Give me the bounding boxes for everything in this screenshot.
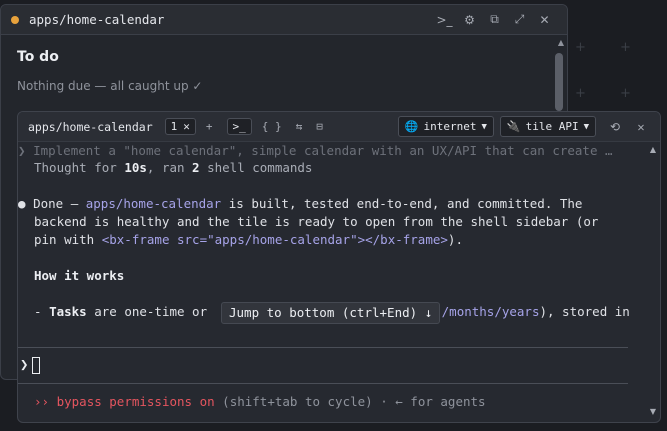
done-line: ● Done — apps/home-calendar is built, te… [18,195,582,213]
thought-prefix: Thought for [34,160,125,175]
output-line: pin with <bx-frame src="apps/home-calend… [34,231,463,249]
prompt-marker: ❯ [18,143,26,158]
output-line: backend is healthy and the tile is ready… [34,214,599,229]
gear-icon[interactable]: ⚙ [457,8,482,32]
network-select-value: internet [423,120,477,133]
history-icon[interactable]: ⟲ [602,120,628,134]
close-icon[interactable]: ✕ [532,8,557,32]
expand-icon[interactable]: ⤢ [507,8,532,32]
done-prefix: Done — [33,196,86,211]
close-icon[interactable]: ✕ [628,120,654,134]
network-select[interactable]: 🌐 internet ▼ [397,116,494,137]
background-plus-mark: + [620,86,631,101]
text-cursor[interactable] [32,356,41,374]
swap-icon[interactable]: ⇆ [296,120,303,133]
status-dot [11,15,19,24]
tasks-mid: are one-time or [86,304,215,319]
thought-suffix: shell commands [199,160,313,175]
done-suffix: is built, tested end-to-end, and committ… [221,196,583,211]
window-title: apps/home-calendar [29,12,165,27]
terminal-toolbar: apps/home-calendar 1 ✕ + >_ { } ⇆ ⊟ 🌐 in… [18,112,660,142]
background-plus-mark: + [620,40,631,55]
scroll-up-arrow-icon[interactable]: ▲ [650,145,656,154]
thought-line: Thought for 10s, ran 2 shell commands [34,159,312,177]
pin-prefix: pin with [34,232,102,247]
close-session-icon[interactable]: ✕ [183,120,190,133]
tasks-suffix: ), stored in [539,304,630,319]
input-prompt: ❯ [20,357,29,373]
bypass-arrows-icon: ›› [34,394,50,409]
session-tab[interactable]: 1 ✕ [164,118,196,135]
terminal-name: apps/home-calendar [28,119,153,134]
thought-mid: , ran [146,160,193,175]
input-row[interactable]: ❯ [20,356,41,374]
chevron-down-icon: ▼ [481,121,487,132]
globe-icon: 🌐 [404,120,419,133]
terminal-icon[interactable]: >_ [432,8,457,32]
tile-select-value: tile API [525,120,579,133]
list-dash: - [34,304,50,319]
terminal-output: ❯ Implement a "home calendar", simple ca… [18,142,648,422]
bullet-icon: ● [18,196,26,211]
chevron-down-icon: ▼ [583,121,589,132]
bypass-label: bypass permissions on [49,394,215,409]
embed-code: <bx-frame src="apps/home-calendar"></bx-… [101,232,448,247]
thought-time: 10s [124,160,147,175]
scroll-up-arrow-icon[interactable]: ▲ [558,38,564,47]
jump-to-bottom-button[interactable]: Jump to bottom (ctrl+End) ↓ [221,302,441,324]
prompt-text: Implement a "home calendar", simple cale… [33,143,613,158]
background-plus-mark: + [575,40,586,55]
todo-scrollbar[interactable] [555,53,563,111]
list-icon[interactable]: ⊟ [316,120,323,133]
json-mode-button[interactable]: { } [262,120,282,133]
copy-icon[interactable]: ⧉ [482,8,507,32]
cycle-hint: (shift+tab to cycle) · ← for agents [214,394,486,409]
background-plus-mark: + [575,86,586,101]
permissions-status: ›› bypass permissions on (shift+tab to c… [34,394,486,409]
add-session-button[interactable]: + [206,120,213,133]
todo-window-titlebar[interactable]: apps/home-calendar >_ ⚙ ⧉ ⤢ ✕ [1,5,567,35]
plug-icon: 🔌 [506,120,521,133]
terminal-window: apps/home-calendar 1 ✕ + >_ { } ⇆ ⊟ 🌐 in… [17,111,661,423]
section-heading: How it works [34,268,125,283]
input-divider-top [18,347,628,348]
pin-suffix: ). [447,232,463,247]
tile-select[interactable]: 🔌 tile API ▼ [499,116,596,137]
session-count: 1 [170,120,178,133]
todo-heading: To do [17,49,59,65]
terminal-mode-button[interactable]: >_ [226,118,252,135]
done-app-path: apps/home-calendar [85,196,222,211]
todo-empty-message: Nothing due — all caught up ✓ [17,79,203,93]
user-prompt-line: ❯ Implement a "home calendar", simple ca… [18,142,613,160]
tasks-label: Tasks [49,304,87,319]
input-divider-bottom [18,383,628,384]
scroll-down-arrow-icon[interactable]: ▼ [650,407,656,416]
tasks-route: /months/years [441,304,540,319]
thought-count: 2 [192,160,200,175]
